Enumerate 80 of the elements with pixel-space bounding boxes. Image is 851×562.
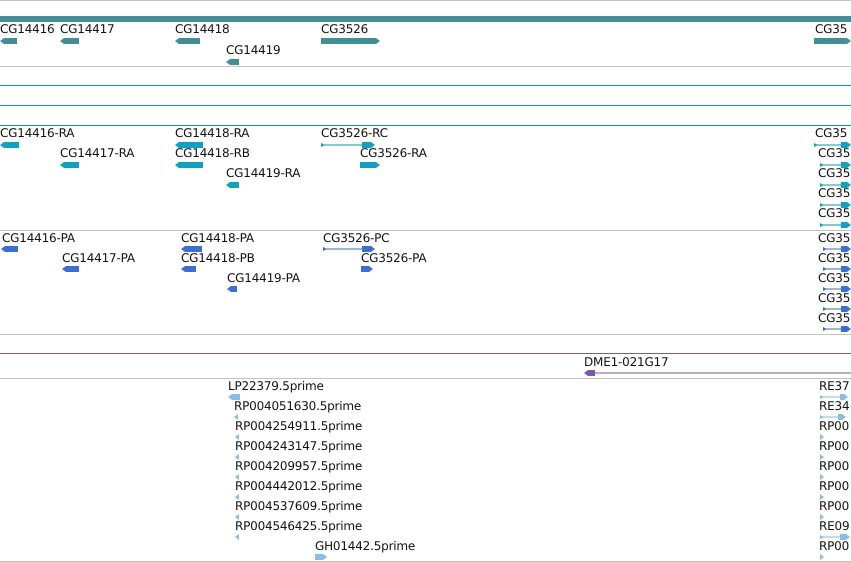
feature-arrow-drawing[interactable] [227, 286, 237, 292]
feature-label[interactable]: CG3526-RA [360, 146, 427, 160]
feature-label[interactable]: CG14417 [60, 22, 114, 36]
feature-label[interactable]: CG14416-RA [0, 126, 74, 140]
feature-arrow-drawing[interactable] [226, 182, 239, 188]
feature-label[interactable]: RP00 [819, 539, 850, 553]
feature-label[interactable]: CG35 [818, 251, 850, 265]
feature-arrow-drawing[interactable] [823, 246, 851, 252]
feature-label[interactable]: LP22379.5prime [228, 379, 324, 393]
feature-arrow-drawing[interactable] [60, 38, 79, 44]
feature-arrow-drawing[interactable] [361, 266, 373, 272]
feature-label[interactable]: RP00 [819, 439, 850, 453]
feature-label[interactable]: CG35 [818, 271, 850, 285]
feature-label[interactable]: GH01442.5prime [315, 539, 416, 553]
feature-arrow-drawing[interactable] [820, 202, 851, 208]
feature-arrow-drawing[interactable] [820, 222, 851, 228]
feature-arrow-drawing[interactable] [814, 142, 851, 148]
feature-label[interactable]: CG35 [818, 206, 850, 220]
feature-label[interactable]: CG14418-PA [181, 231, 254, 245]
feature-label[interactable]: CG35 [818, 186, 850, 200]
feature-label[interactable]: RP004546425.5prime [235, 519, 362, 533]
feature-arrow-drawing[interactable] [360, 162, 380, 168]
feature-arrow-drawing[interactable] [321, 142, 375, 148]
feature-arrow-drawing[interactable] [321, 38, 380, 44]
feature-label[interactable]: CG14418-RA [175, 126, 250, 140]
feature-label[interactable]: RP00 [819, 479, 850, 493]
feature-label[interactable]: CG35 [818, 291, 850, 305]
feature-arrow-drawing[interactable] [823, 286, 851, 292]
feature-label[interactable]: CG35 [818, 166, 850, 180]
feature-arrow-drawing[interactable] [1, 246, 18, 252]
feature-arrow-drawing[interactable] [175, 142, 203, 148]
feature-arrow-drawing[interactable] [823, 266, 851, 272]
feature-label[interactable]: CG14419 [226, 43, 280, 57]
feature-arrow-drawing[interactable] [175, 162, 203, 168]
feature-label[interactable]: CG14419-RA [226, 166, 300, 180]
feature-arrow-drawing[interactable] [584, 370, 851, 376]
feature-label[interactable]: CG35 [815, 126, 848, 140]
feature-label[interactable]: RP004051630.5prime [234, 399, 362, 413]
feature-label[interactable]: CG14417-PA [62, 251, 135, 265]
feature-label[interactable]: CG35 [815, 22, 848, 36]
feature-label[interactable]: RE09 [819, 519, 850, 533]
feature-arrow-drawing[interactable] [62, 266, 79, 272]
feature-arrow-drawing[interactable] [323, 246, 375, 252]
feature-arrow-drawing[interactable] [823, 306, 851, 312]
feature-label[interactable]: RP00 [819, 419, 850, 433]
feature-arrow-drawing[interactable] [823, 326, 851, 332]
feature-label[interactable]: CG14416 [0, 22, 54, 36]
feature-label[interactable]: CG14418-PB [181, 251, 255, 265]
feature-label[interactable]: CG14418 [175, 22, 230, 36]
feature-label[interactable]: DME1-021G17 [584, 355, 668, 369]
feature-label[interactable]: RP00 [819, 459, 850, 473]
feature-arrow-drawing[interactable] [175, 38, 200, 44]
feature-label[interactable]: CG14419-PA [227, 271, 300, 285]
feature-label[interactable]: RE34 [819, 399, 850, 413]
feature-label[interactable]: RP004537609.5prime [235, 499, 362, 513]
feature-arrow-drawing[interactable] [814, 38, 851, 44]
feature-label[interactable]: RP004254911.5prime [235, 419, 362, 433]
feature-label[interactable]: CG3526-PC [323, 231, 390, 245]
feature-label[interactable]: CG14417-RA [60, 146, 134, 160]
feature-label[interactable]: CG3526 [321, 22, 368, 36]
feature-arrow-drawing[interactable] [820, 182, 851, 188]
feature-label[interactable]: RP004243147.5prime [235, 439, 362, 453]
feature-label[interactable]: RE37 [819, 379, 850, 393]
feature-arrow-drawing[interactable] [0, 142, 19, 148]
feature-arrow-drawing[interactable] [181, 246, 202, 252]
feature-arrow-drawing[interactable] [820, 162, 851, 168]
feature-label[interactable]: RP004209957.5prime [235, 459, 362, 473]
feature-label[interactable]: CG14418-RB [175, 146, 250, 160]
feature-arrow-drawing[interactable] [181, 266, 196, 272]
feature-label[interactable]: CG35 [818, 311, 850, 325]
feature-label[interactable]: CG35 [818, 231, 850, 245]
feature-arrow-drawing[interactable] [0, 38, 17, 44]
feature-label[interactable]: RP004442012.5prime [235, 479, 362, 493]
feature-label[interactable]: RP00 [819, 499, 850, 513]
feature-label[interactable]: CG3526-PA [361, 251, 426, 265]
feature-arrow-drawing[interactable] [226, 59, 239, 65]
feature-arrow-drawing[interactable] [60, 162, 79, 168]
feature-label[interactable]: CG35 [818, 146, 850, 160]
feature-label[interactable]: CG3526-RC [321, 126, 388, 140]
feature-label[interactable]: CG14416-PA [2, 231, 75, 245]
